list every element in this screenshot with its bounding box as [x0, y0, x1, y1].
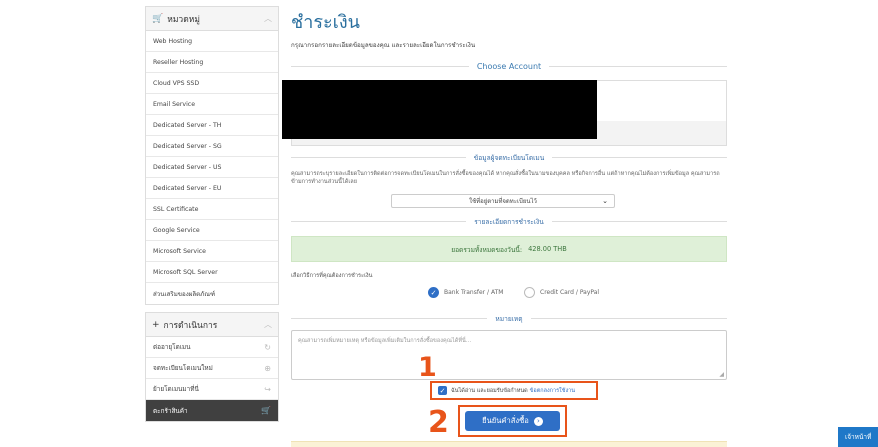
chevron-up-icon[interactable]: ︿ [264, 319, 272, 330]
radio-unchecked-icon[interactable] [524, 287, 535, 298]
redacted-area [282, 80, 597, 139]
refresh-icon: ↻ [264, 342, 271, 352]
sidebar-item[interactable]: Email Service [146, 94, 278, 115]
arrow-right-icon: › [533, 416, 543, 426]
globe-icon: ⊕ [264, 363, 271, 373]
action-view-cart[interactable]: ตะกร้าสินค้า 🛒 [146, 400, 278, 421]
payment-option-label: Bank Transfer / ATM [444, 289, 504, 296]
sidebar-item[interactable]: Reseller Hosting [146, 52, 278, 73]
registrant-select[interactable]: ใช้ที่อยู่ตามที่จดทะเบียนไว้ ⌄ [391, 194, 615, 208]
sidebar-item[interactable]: ส่วนเสริมของผลิตภัณฑ์ [146, 283, 278, 304]
page-title: ชำระเงิน [291, 12, 360, 33]
total-label: ยอดรวมทั้งหมดของวันนี้: [451, 245, 523, 254]
divider-line [291, 317, 488, 319]
categories-header[interactable]: 🛒 หมวดหมู่ ︿ [146, 7, 278, 31]
divider-line [530, 317, 727, 319]
step-marker-1: 1 [418, 352, 437, 383]
action-renew-domain[interactable]: ต่ออายุโดเมน ↻ [146, 337, 278, 358]
payment-option-label: Credit Card / PayPal [540, 289, 600, 296]
choose-account-divider: Choose Account [291, 60, 728, 72]
action-transfer-domain[interactable]: ย้ายโดเมนมาที่นี่ ↪ [146, 379, 278, 400]
terms-agreement[interactable]: ✓ ฉันได้อ่าน และยอมรับข้อกำหนด ข้อตกลงกา… [430, 381, 598, 400]
registrant-description: คุณสามารถระบุรายละเอียดในการติดต่อการจดท… [291, 171, 720, 185]
sidebar-item[interactable]: Web Hosting [146, 31, 278, 52]
step-marker-2: 2 [428, 405, 449, 440]
action-label: ต่ออายุโดเมน [153, 343, 191, 351]
payment-method-label: เลือกวิธีการที่คุณต้องการชำระเงิน [291, 273, 373, 279]
payment-divider: รายละเอียดการชำระเงิน [291, 215, 727, 227]
cart-icon: 🛒 [261, 406, 271, 415]
action-register-domain[interactable]: จดทะเบียนโดเมนใหม่ ⊕ [146, 358, 278, 379]
divider-line [291, 220, 467, 222]
radio-checked-icon[interactable]: ✓ [428, 287, 439, 298]
total-amount: 428.00 THB [528, 245, 567, 253]
chevron-down-icon: ⌄ [602, 197, 608, 205]
checkout-page: 🛒 หมวดหมู่ ︿ Web Hosting Reseller Hostin… [0, 0, 878, 447]
divider-line [291, 65, 469, 67]
notes-divider: หมายเหตุ [291, 312, 727, 324]
actions-title: การดำเนินการ [163, 320, 218, 331]
share-icon: ↪ [264, 384, 271, 394]
registrant-divider: ข้อมูลผู้จดทะเบียนโดเมน [291, 151, 727, 163]
notice-strip [291, 441, 727, 447]
categories-panel: 🛒 หมวดหมู่ ︿ Web Hosting Reseller Hostin… [145, 6, 279, 305]
sidebar-item[interactable]: Dedicated Server - US [146, 157, 278, 178]
sidebar-item[interactable]: Cloud VPS SSD [146, 73, 278, 94]
registrant-heading: ข้อมูลผู้จดทะเบียนโดเมน [473, 153, 545, 162]
plus-icon: + [152, 319, 160, 330]
confirm-order-label: ยืนยันคำสั่งซื้อ [482, 416, 529, 425]
cart-icon: 🛒 [152, 13, 164, 24]
notes-heading: หมายเหตุ [495, 314, 523, 323]
agree-text: ฉันได้อ่าน และยอมรับข้อกำหนด [451, 387, 528, 394]
notes-textarea[interactable]: คุณสามารถเพิ่มหมายเหตุ หรือข้อมูลเพิ่มเต… [291, 330, 727, 380]
categories-title: หมวดหมู่ [167, 14, 200, 25]
live-chat-button[interactable]: เจ้าหน้าที่ [838, 427, 878, 447]
resize-grip-icon[interactable]: ◢ [719, 371, 724, 378]
sidebar-item[interactable]: Microsoft Service [146, 241, 278, 262]
payment-heading: รายละเอียดการชำระเงิน [474, 217, 544, 226]
confirm-order-button[interactable]: ยืนยันคำสั่งซื้อ › [465, 411, 560, 431]
sidebar-item[interactable]: Dedicated Server - TH [146, 115, 278, 136]
page-subtitle: กรุณากรอกรายละเอียดข้อมูลของคุณ และรายละ… [291, 42, 476, 49]
divider-line [551, 220, 727, 222]
chevron-up-icon[interactable]: ︿ [264, 13, 272, 24]
payment-option-bank[interactable]: ✓ Bank Transfer / ATM [428, 287, 503, 298]
total-due-box: ยอดรวมทั้งหมดของวันนี้: 428.00 THB [291, 236, 727, 262]
sidebar-item[interactable]: Google Service [146, 220, 278, 241]
notes-placeholder: คุณสามารถเพิ่มหมายเหตุ หรือข้อมูลเพิ่มเต… [298, 338, 472, 344]
sidebar-item[interactable]: Microsoft SQL Server [146, 262, 278, 283]
registrant-select-value: ใช้ที่อยู่ตามที่จดทะเบียนไว้ [469, 198, 537, 205]
divider-line [549, 65, 728, 67]
action-label: จดทะเบียนโดเมนใหม่ [153, 364, 213, 372]
actions-panel: + การดำเนินการ ︿ ต่ออายุโดเมน ↻ จดทะเบีย… [145, 312, 279, 422]
payment-option-card[interactable]: Credit Card / PayPal [524, 287, 599, 298]
checkbox-checked-icon[interactable]: ✓ [438, 386, 447, 395]
actions-header[interactable]: + การดำเนินการ ︿ [146, 313, 278, 337]
divider-line [552, 156, 727, 158]
sidebar-item[interactable]: Dedicated Server - EU [146, 178, 278, 199]
action-label: ย้ายโดเมนมาที่นี่ [153, 385, 199, 393]
choose-account-heading: Choose Account [476, 61, 542, 71]
sidebar-item[interactable]: Dedicated Server - SG [146, 136, 278, 157]
terms-link[interactable]: ข้อตกลงการใช้งาน [530, 387, 575, 395]
divider-line [291, 156, 466, 158]
sidebar-item[interactable]: SSL Certificate [146, 199, 278, 220]
submit-highlight: ยืนยันคำสั่งซื้อ › [458, 405, 567, 437]
action-label: ตะกร้าสินค้า [153, 406, 188, 415]
